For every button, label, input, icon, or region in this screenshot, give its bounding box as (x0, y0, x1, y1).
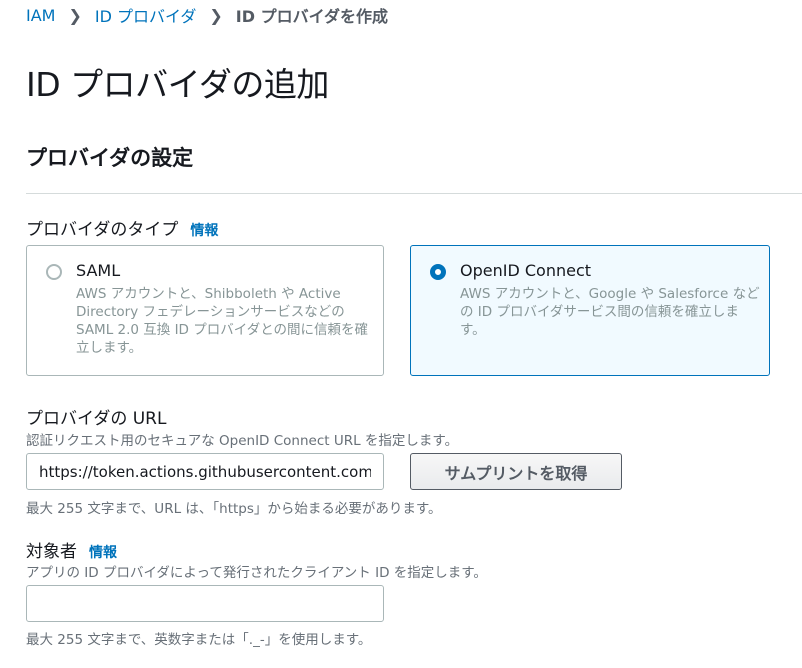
provider-url-hint: 最大 255 文字まで、URL は、「https」から始まる必要があります。 (26, 501, 442, 517)
audience-label: 対象者 情報 (26, 537, 117, 562)
openid-connect-option-title: OpenID Connect (460, 261, 592, 280)
audience-info-link[interactable]: 情報 (89, 542, 117, 562)
breadcrumb-link-id-providers[interactable]: ID プロバイダ (95, 3, 197, 27)
provider-url-input[interactable] (26, 453, 384, 490)
chevron-right-icon: ❯ (68, 5, 82, 25)
openid-connect-radio[interactable] (430, 264, 446, 280)
saml-option-title: SAML (76, 261, 121, 280)
audience-input[interactable] (26, 585, 384, 622)
breadcrumb-link-iam[interactable]: IAM (26, 6, 55, 25)
openid-connect-option-description: AWS アカウントと、Google や Salesforce などの ID プロ… (460, 286, 760, 338)
audience-hint: 最大 255 文字まで、英数字または「._-」を使用します。 (26, 632, 372, 648)
saml-radio[interactable] (46, 264, 62, 280)
provider-url-label: プロバイダの URL (26, 409, 167, 429)
provider-url-description: 認証リクエスト用のセキュアな OpenID Connect URL を指定します… (26, 433, 459, 449)
chevron-right-icon: ❯ (209, 5, 223, 25)
saml-option-description: AWS アカウントと、Shibboleth や Active Directory… (76, 286, 369, 356)
provider-type-label: プロバイダのタイプ 情報 (26, 215, 218, 240)
page-title: ID プロバイダの追加 (26, 65, 329, 104)
provider-type-option-openid-connect[interactable]: OpenID Connect AWS アカウントと、Google や Sales… (410, 245, 770, 376)
breadcrumb: IAM ❯ ID プロバイダ ❯ ID プロバイダを作成 (26, 3, 388, 27)
audience-description: アプリの ID プロバイダによって発行されたクライアント ID を指定します。 (26, 565, 487, 581)
provider-type-info-link[interactable]: 情報 (190, 220, 218, 240)
section-title: プロバイダの設定 (26, 146, 194, 170)
breadcrumb-current: ID プロバイダを作成 (235, 7, 388, 26)
provider-type-option-saml[interactable]: SAML AWS アカウントと、Shibboleth や Active Dire… (26, 245, 384, 376)
provider-type-label-text: プロバイダのタイプ (26, 220, 179, 240)
section-divider (26, 193, 802, 194)
get-thumbprint-button[interactable]: サムプリントを取得 (410, 453, 622, 490)
audience-label-text: 対象者 (26, 542, 77, 562)
